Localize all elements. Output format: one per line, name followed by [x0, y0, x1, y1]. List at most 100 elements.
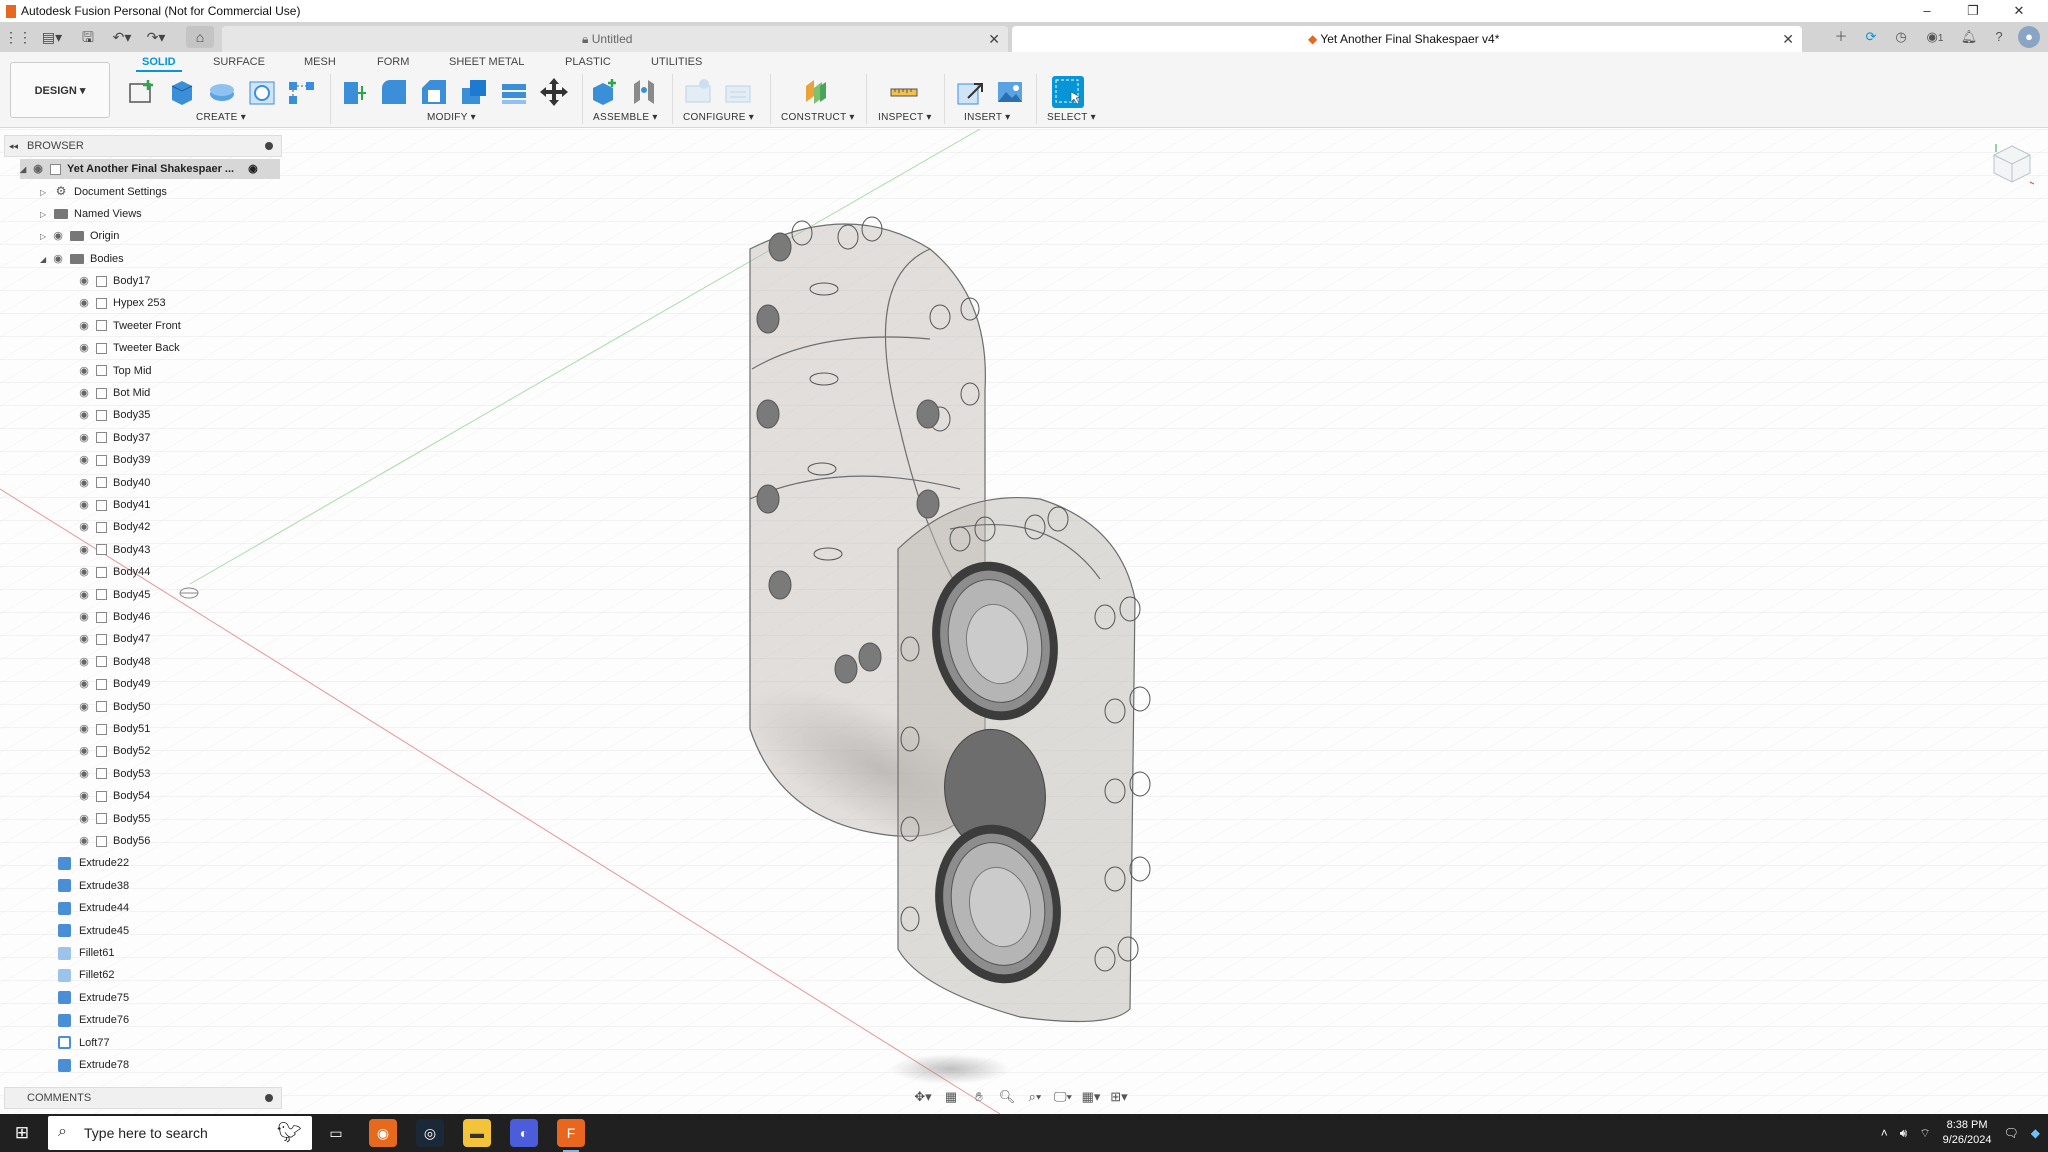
browser-body-item[interactable]: ◉ Body42: [76, 517, 150, 537]
browser-body-item[interactable]: ◉ Top Mid: [76, 361, 151, 381]
chamfer-icon[interactable]: [418, 76, 450, 108]
fillet-icon[interactable]: [378, 76, 410, 108]
notifications-icon[interactable]: 🗨︎: [2004, 1126, 2019, 1140]
eye-icon[interactable]: ◉: [76, 809, 92, 829]
configure-table-icon[interactable]: [682, 76, 714, 108]
eye-icon[interactable]: ◉: [76, 450, 92, 470]
insert-derive-icon[interactable]: [954, 76, 986, 108]
browser-body-item[interactable]: ◉ Body40: [76, 473, 150, 493]
grid-settings-icon[interactable]: ▦▾: [1080, 1087, 1102, 1107]
browser-body-item[interactable]: ◉ Body50: [76, 697, 150, 717]
browser-folder-item[interactable]: ▷ ◉ Origin: [40, 226, 119, 246]
steam-icon[interactable]: ◎: [416, 1119, 444, 1147]
browser-body-item[interactable]: ◉ Hypex 253: [76, 293, 165, 313]
look-at-icon[interactable]: ▦: [940, 1087, 962, 1107]
undo-icon[interactable]: ↶▾: [108, 26, 136, 48]
eye-icon[interactable]: ◉: [76, 361, 92, 381]
browser-body-item[interactable]: ◉ Body53: [76, 764, 150, 784]
eye-icon[interactable]: ◉: [76, 338, 92, 358]
browser-folder-item[interactable]: ▷ Named Views: [40, 204, 142, 224]
pan-icon[interactable]: ✋︎: [968, 1087, 990, 1107]
configure-rule-icon[interactable]: [722, 76, 754, 108]
browser-folder-item[interactable]: ▷ ⚙ Document Settings: [40, 181, 167, 201]
workspace-dropdown[interactable]: DESIGN ▾: [10, 62, 110, 118]
tab-utilities[interactable]: UTILITIES: [651, 56, 702, 68]
clock-icon[interactable]: ◷: [1890, 26, 1912, 48]
3d-viewport[interactable]: [0, 129, 2048, 1114]
expand-arrow-icon[interactable]: ▷: [40, 227, 50, 247]
collapse-arrow-icon[interactable]: ◢: [20, 160, 30, 180]
task-view-icon[interactable]: ▭: [322, 1119, 350, 1147]
eye-icon[interactable]: ◉: [76, 540, 92, 560]
activate-radio-icon[interactable]: ◉: [248, 163, 258, 175]
revolve-icon[interactable]: [206, 76, 238, 108]
browser-feature-item[interactable]: Loft77: [58, 1033, 110, 1053]
eye-icon[interactable]: ◉: [76, 719, 92, 739]
browser-feature-item[interactable]: Fillet62: [58, 965, 114, 985]
offset-plane-icon[interactable]: [800, 76, 832, 108]
fusion-taskbar-icon[interactable]: F: [557, 1119, 585, 1152]
eye-icon[interactable]: ◉: [76, 764, 92, 784]
insert-image-icon[interactable]: [994, 76, 1026, 108]
browser-body-item[interactable]: ◉ Body51: [76, 719, 150, 739]
group-insert[interactable]: INSERT ▾: [964, 112, 1011, 123]
close-tab-icon[interactable]: ✕: [988, 26, 1000, 52]
tray-overflow-icon[interactable]: ˄: [1881, 1126, 1888, 1140]
firefox-icon[interactable]: ◉: [369, 1119, 397, 1147]
browser-body-item[interactable]: ◉ Body54: [76, 786, 150, 806]
clock[interactable]: 8:38 PM 9/26/2024: [1943, 1118, 1992, 1148]
browser-body-item[interactable]: ◉ Body52: [76, 741, 150, 761]
chat-app-icon[interactable]: ◐: [510, 1119, 538, 1147]
eye-icon[interactable]: ◉: [76, 293, 92, 313]
close-window-button[interactable]: ✕: [1996, 0, 2042, 22]
group-construct[interactable]: CONSTRUCT ▾: [781, 112, 855, 123]
browser-body-item[interactable]: ◉ Body35: [76, 405, 150, 425]
collapse-arrow-icon[interactable]: ◢: [40, 250, 50, 270]
browser-body-item[interactable]: ◉ Body37: [76, 428, 150, 448]
shell-icon[interactable]: [458, 76, 490, 108]
eye-icon[interactable]: ◉: [76, 674, 92, 694]
home-icon[interactable]: ⌂: [186, 26, 214, 48]
user-avatar[interactable]: ●: [2018, 26, 2040, 48]
press-pull-icon[interactable]: [338, 76, 370, 108]
browser-feature-item[interactable]: Fillet61: [58, 943, 114, 963]
view-cube[interactable]: [1990, 142, 2035, 186]
eye-icon[interactable]: ◉: [50, 226, 66, 246]
browser-body-item[interactable]: ◉ Body45: [76, 585, 150, 605]
browser-root-item[interactable]: ◢ ◉ Yet Another Final Shakespaer ... ◉: [20, 159, 280, 179]
add-comment-icon[interactable]: [265, 1094, 273, 1102]
eye-icon[interactable]: ◉: [30, 159, 46, 179]
measure-icon[interactable]: [888, 76, 920, 108]
eye-icon[interactable]: ◉: [76, 405, 92, 425]
joint-icon[interactable]: [628, 76, 660, 108]
expand-arrow-icon[interactable]: ▷: [40, 183, 50, 203]
plus-icon[interactable]: ＋: [1830, 26, 1852, 48]
eye-icon[interactable]: ◉: [50, 249, 66, 269]
save-icon[interactable]: 🖫: [74, 26, 102, 48]
tab-mesh[interactable]: MESH: [304, 56, 336, 68]
eye-icon[interactable]: ◉: [76, 652, 92, 672]
browser-feature-item[interactable]: Extrude76: [58, 1010, 129, 1030]
network-icon[interactable]: ⌔: [1919, 1126, 1930, 1141]
eye-icon[interactable]: ◉: [76, 697, 92, 717]
eye-icon[interactable]: ◉: [76, 316, 92, 336]
tab-solid[interactable]: SOLID: [136, 56, 182, 72]
browser-feature-item[interactable]: Extrude75: [58, 988, 129, 1008]
move-icon[interactable]: [538, 76, 570, 108]
pin-icon[interactable]: [265, 142, 273, 150]
file-menu-icon[interactable]: ▤▾: [38, 26, 66, 48]
fit-icon[interactable]: ⌕▾: [1024, 1087, 1046, 1107]
group-configure[interactable]: CONFIGURE ▾: [683, 112, 754, 123]
eye-icon[interactable]: ◉: [76, 585, 92, 605]
browser-body-item[interactable]: ◉ Tweeter Front: [76, 316, 181, 336]
browser-body-item[interactable]: ◉ Body44: [76, 562, 150, 582]
eye-icon[interactable]: ◉: [76, 629, 92, 649]
pattern-icon[interactable]: [286, 76, 318, 108]
browser-body-item[interactable]: ◉ Body41: [76, 495, 150, 515]
hole-icon[interactable]: [246, 76, 278, 108]
expand-arrow-icon[interactable]: ▷: [40, 205, 50, 225]
viewport-canvas[interactable]: [0, 129, 2048, 1114]
browser-feature-item[interactable]: Extrude44: [58, 898, 129, 918]
browser-body-item[interactable]: ◉ Body17: [76, 271, 150, 291]
app-grid-icon[interactable]: ⋮⋮: [4, 26, 32, 48]
